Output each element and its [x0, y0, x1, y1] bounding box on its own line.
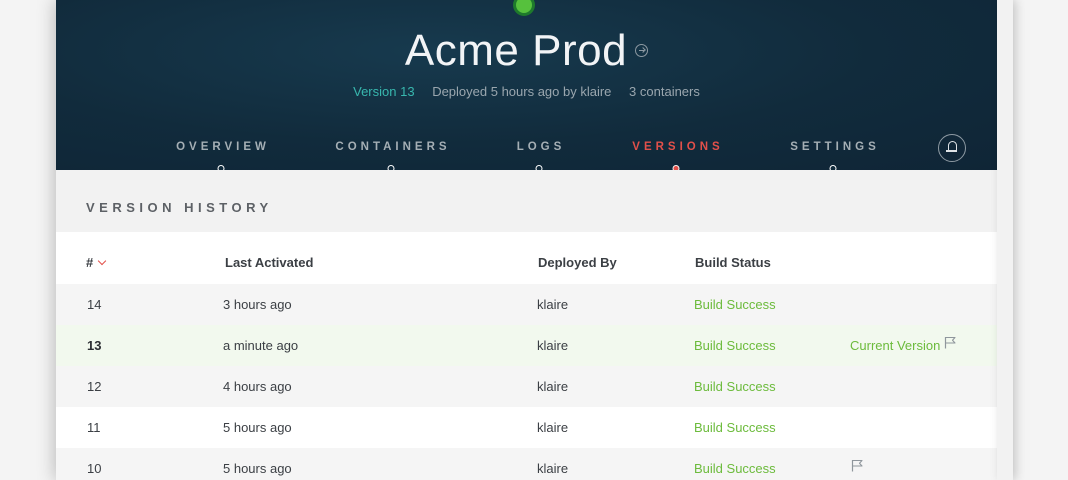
table-row[interactable]: 14 3 hours ago klaire Build Success [56, 284, 997, 325]
flag-icon[interactable] [851, 459, 863, 472]
table-row[interactable]: 10 5 hours ago klaire Build Success [56, 448, 997, 480]
app-window: Acme Prod Version 13 Deployed 5 hours ag… [56, 0, 997, 480]
app-title-row: Acme Prod [56, 26, 997, 76]
tab-containers[interactable]: CONTAINERS [331, 141, 450, 153]
version-number: 10 [87, 461, 102, 476]
build-status-link[interactable]: Build Success [694, 297, 776, 312]
column-header-number[interactable]: # [86, 255, 107, 270]
table-row[interactable]: 13 a minute ago klaire Build Success Cur… [56, 325, 997, 366]
column-header-number-label: # [86, 255, 94, 270]
tab-settings[interactable]: SETTINGS [786, 141, 880, 153]
table-row[interactable]: 12 4 hours ago klaire Build Success [56, 366, 997, 407]
version-number: 13 [87, 338, 102, 353]
deployed-by: klaire [537, 379, 569, 394]
build-status-link[interactable]: Build Success [694, 420, 776, 435]
arrow-circle-right-icon[interactable] [635, 43, 649, 57]
last-activated: 3 hours ago [223, 297, 292, 312]
status-dot-icon [513, 0, 535, 16]
chevron-down-icon[interactable] [97, 256, 107, 266]
column-header-build-status[interactable]: Build Status [695, 255, 771, 270]
table-header: # Last Activated Deployed By Build Statu… [56, 232, 997, 284]
version-link[interactable]: Version 13 [353, 84, 414, 99]
app-meta: Version 13 Deployed 5 hours ago by klair… [56, 84, 997, 99]
last-activated: a minute ago [223, 338, 299, 353]
tab-overview[interactable]: OVERVIEW [172, 141, 270, 153]
last-activated: 5 hours ago [223, 420, 292, 435]
deployed-by: klaire [537, 338, 569, 353]
tab-logs[interactable]: LOGS [513, 141, 566, 153]
version-number: 12 [87, 379, 102, 394]
window-edge [997, 0, 1013, 480]
notifications-button[interactable] [938, 134, 966, 162]
column-header-deployed-by[interactable]: Deployed By [538, 255, 617, 270]
section-header: VERSION HISTORY [56, 170, 997, 232]
section-title: VERSION HISTORY [86, 200, 273, 215]
build-status-link[interactable]: Build Success [694, 338, 776, 353]
deployed-by: klaire [537, 420, 569, 435]
build-status-link[interactable]: Build Success [694, 461, 776, 476]
deployed-by: klaire [537, 297, 569, 312]
version-number: 14 [87, 297, 102, 312]
column-header-last-activated[interactable]: Last Activated [225, 255, 313, 270]
containers-count: 3 containers [629, 84, 700, 99]
table-row[interactable]: 11 5 hours ago klaire Build Success [56, 407, 997, 448]
bell-icon [946, 141, 957, 152]
tab-versions[interactable]: VERSIONS [628, 141, 723, 153]
app-title: Acme Prod [404, 26, 628, 75]
build-status-link[interactable]: Build Success [694, 379, 776, 394]
deployed-by: klaire [537, 461, 569, 476]
current-version-label: Current Version [850, 338, 941, 353]
deployed-text: Deployed 5 hours ago by klaire [432, 84, 612, 99]
version-number: 11 [87, 420, 101, 435]
last-activated: 5 hours ago [223, 461, 292, 476]
last-activated: 4 hours ago [223, 379, 292, 394]
app-header: Acme Prod Version 13 Deployed 5 hours ag… [56, 0, 997, 172]
flag-icon[interactable] [944, 336, 956, 349]
